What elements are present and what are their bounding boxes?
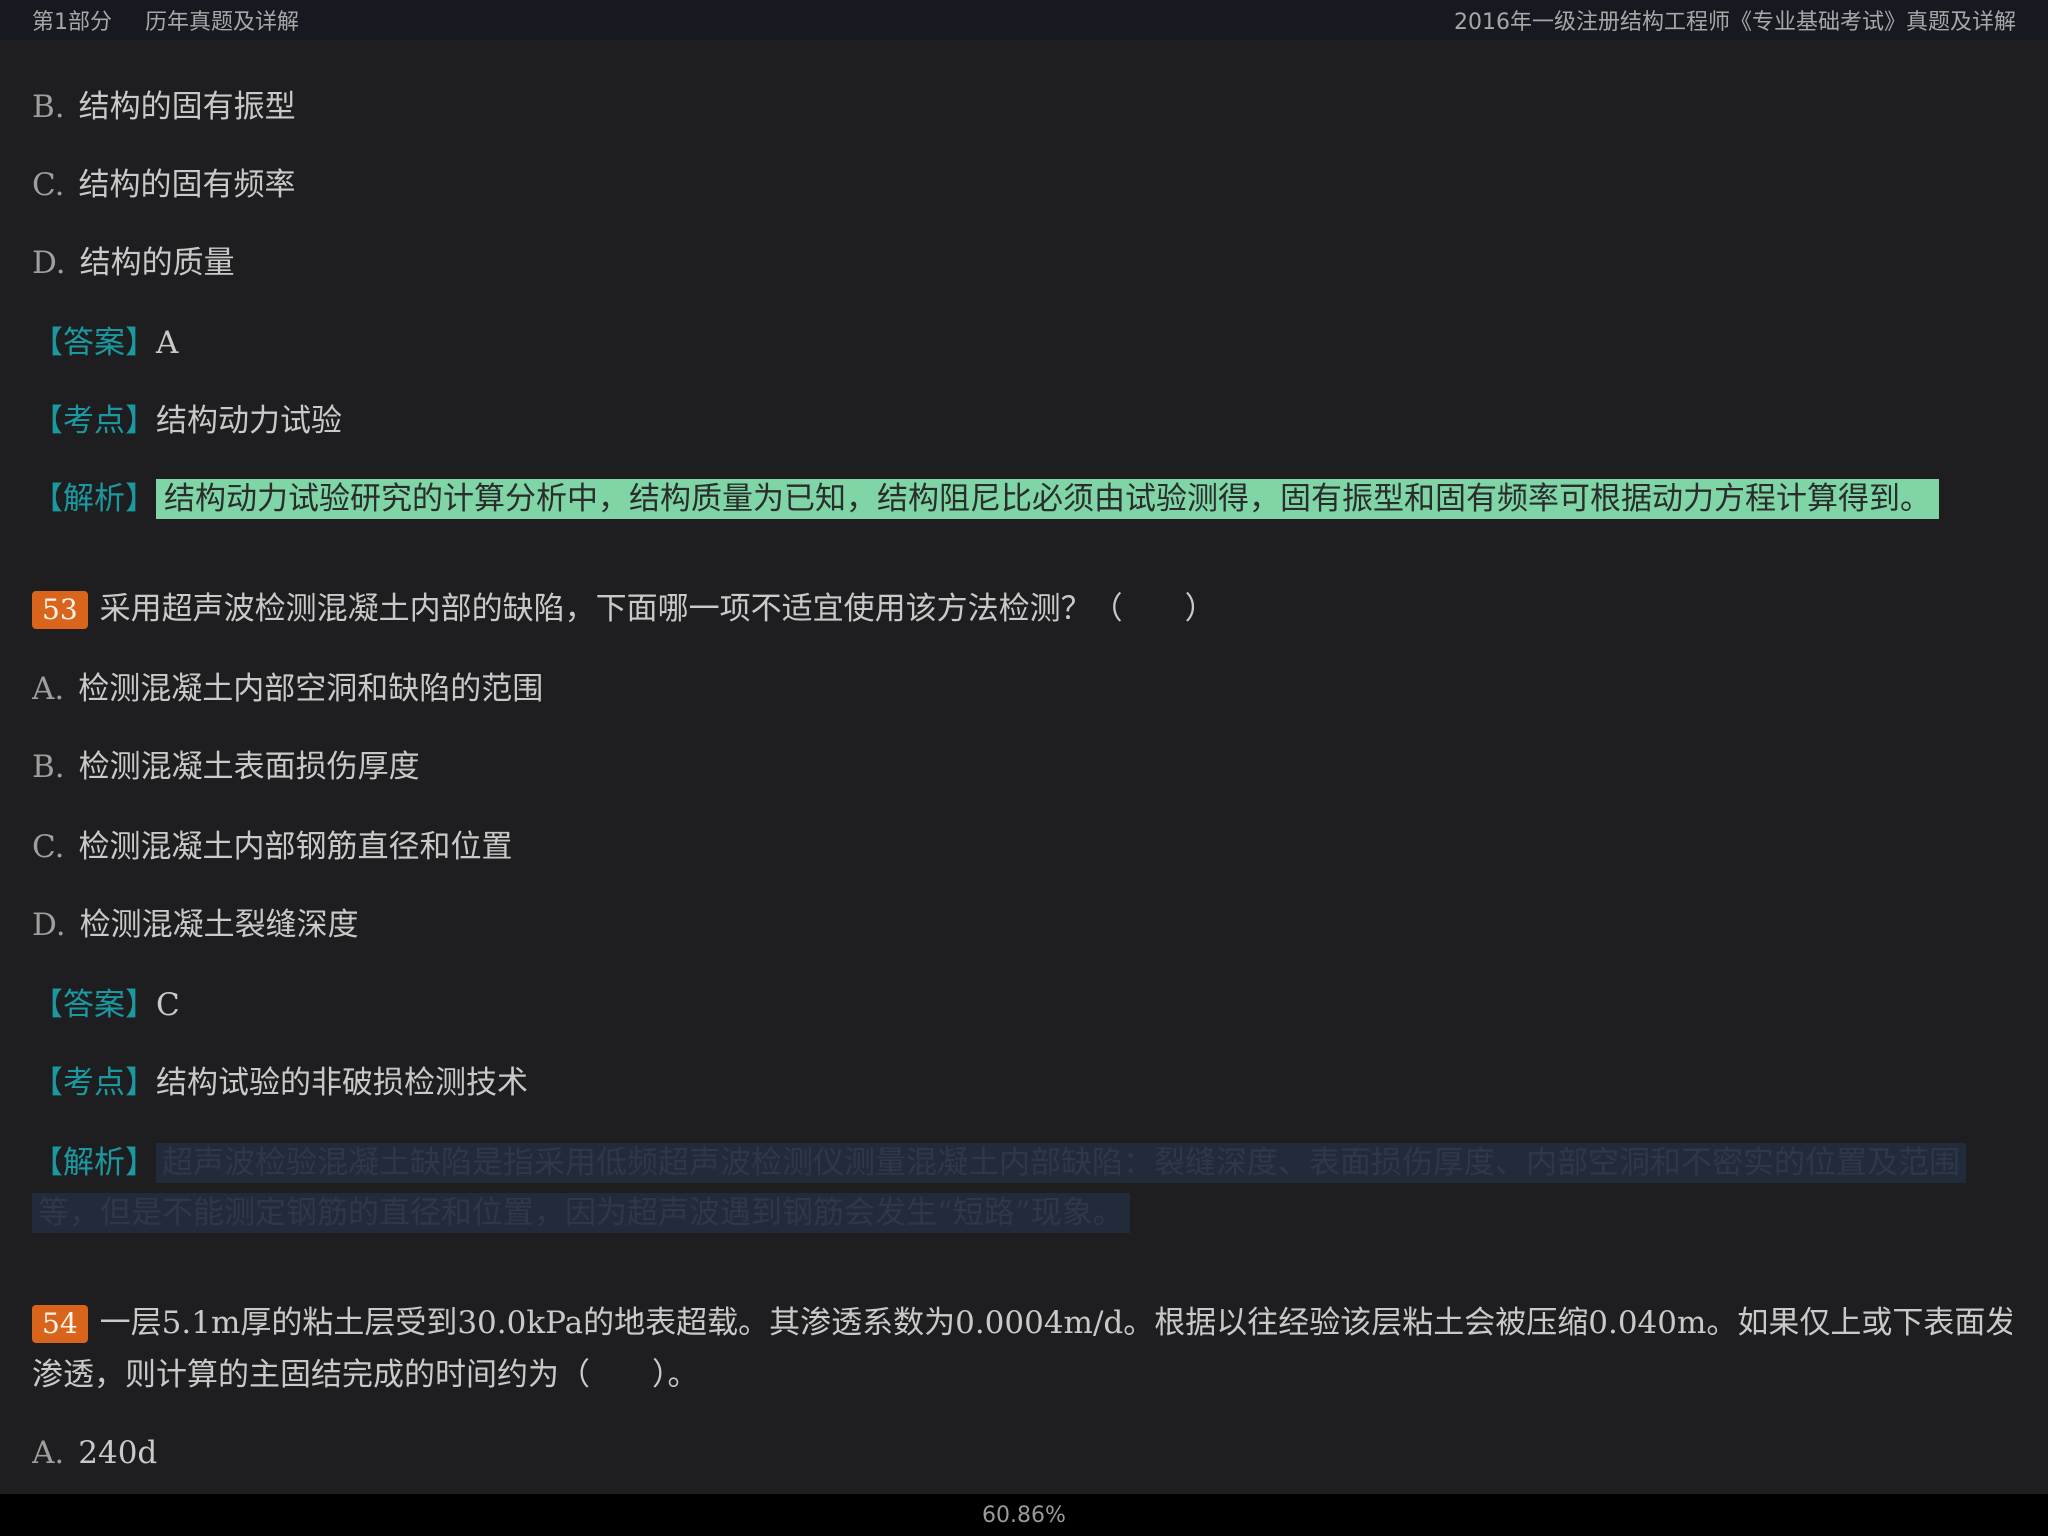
analysis-label: 【解析】 [32, 481, 156, 517]
point-label: 【考点】 [32, 403, 156, 439]
analysis-row: 【解析】 结构动力试验研究的计算分析中，结构质量为已知，结构阻尼比必须由试验测得，… [32, 478, 1939, 520]
option-letter: D. [32, 907, 66, 943]
question-53: 53 采用超声波检测混凝土内部的缺陷，下面哪一项不适宜使用该方法检测？（ ） [32, 588, 1216, 630]
option-letter: C. [32, 167, 65, 203]
option-c: C. 结构的固有频率 [32, 164, 295, 206]
question-number-badge: 53 [32, 591, 88, 629]
reader-header: 第1部分 历年真题及详解 2016年一级注册结构工程师《专业基础考试》真题及详解 [0, 0, 2048, 40]
answer-label: 【答案】 [32, 987, 156, 1023]
page-content[interactable]: B. 结构的固有振型 C. 结构的固有频率 D. 结构的质量 【答案】A 【考点】结构… [32, 0, 2012, 1494]
header-part: 第1部分 [32, 10, 112, 35]
option-text: 结构的固有振型 [78, 89, 296, 125]
option-letter: B. [32, 749, 65, 785]
option-letter: C. [32, 829, 65, 865]
option-letter: D. [32, 245, 66, 281]
point-value: 结构动力试验 [156, 403, 342, 439]
analysis-row: 【解析】 超声波检验混凝土缺陷是指采用低频超声波检测仪测量混凝土内部缺陷：裂缝深度… [32, 1142, 1966, 1184]
option-text: 检测混凝土内部钢筋直径和位置 [78, 829, 513, 865]
question-text: 渗透，则计算的主固结完成的时间约为（ ）。 [32, 1357, 699, 1393]
question-text: 采用超声波检测混凝土内部的缺陷，下面哪一项不适宜使用该方法检测？（ ） [99, 591, 1216, 627]
option-text: 检测混凝土表面损伤厚度 [78, 749, 420, 785]
header-section: 历年真题及详解 [145, 10, 300, 35]
question-text: 一层5.1m厚的粘土层受到30.0kPa的地表超载。其渗透系数为0.0004m/… [99, 1305, 2012, 1341]
point-row: 【考点】结构动力试验 [32, 400, 342, 442]
analysis-row-continued: 等，但是不能测定钢筋的直径和位置，因为超声波遇到钢筋会发生“短路”现象。 [32, 1192, 1130, 1234]
option-text: 结构的固有频率 [78, 167, 296, 203]
reading-progress: 60.86% [982, 1502, 1066, 1528]
answer-value: C [156, 987, 180, 1023]
question-54: 54 一层5.1m厚的粘土层受到30.0kPa的地表超载。其渗透系数为0.0004… [32, 1302, 2012, 1344]
highlighted-analysis[interactable]: 超声波检验混凝土缺陷是指采用低频超声波检测仪测量混凝土内部缺陷：裂缝深度、表面损… [156, 1143, 1966, 1183]
answer-value: A [156, 325, 179, 361]
answer-row: 【答案】A [32, 322, 178, 364]
option-d: D. 检测混凝土裂缝深度 [32, 904, 359, 946]
option-text: 检测混凝土裂缝深度 [79, 907, 359, 943]
option-text: 检测混凝土内部空洞和缺陷的范围 [78, 671, 544, 707]
highlighted-analysis[interactable]: 等，但是不能测定钢筋的直径和位置，因为超声波遇到钢筋会发生“短路”现象。 [32, 1193, 1130, 1233]
option-a: A. 检测混凝土内部空洞和缺陷的范围 [32, 668, 543, 710]
question-number-badge: 54 [32, 1305, 88, 1343]
answer-label: 【答案】 [32, 325, 156, 361]
answer-row: 【答案】C [32, 984, 180, 1026]
option-letter: A. [32, 671, 65, 707]
header-left: 第1部分 历年真题及详解 [32, 4, 325, 36]
header-book-title: 2016年一级注册结构工程师《专业基础考试》真题及详解 [1454, 10, 2016, 35]
point-label: 【考点】 [32, 1065, 156, 1101]
option-letter: A. [32, 1435, 65, 1471]
option-text: 240d [78, 1435, 158, 1471]
highlighted-analysis[interactable]: 结构动力试验研究的计算分析中，结构质量为已知，结构阻尼比必须由试验测得，固有振型… [156, 479, 1939, 519]
option-b: B. 结构的固有振型 [32, 86, 296, 128]
option-a: A. 240d [32, 1432, 157, 1474]
point-row: 【考点】结构试验的非破损检测技术 [32, 1062, 528, 1104]
option-d: D. 结构的质量 [32, 242, 235, 284]
option-letter: B. [32, 89, 65, 125]
analysis-label: 【解析】 [32, 1145, 156, 1181]
question-54-continued: 渗透，则计算的主固结完成的时间约为（ ）。 [32, 1354, 699, 1396]
option-c: C. 检测混凝土内部钢筋直径和位置 [32, 826, 512, 868]
option-b: B. 检测混凝土表面损伤厚度 [32, 746, 420, 788]
point-value: 结构试验的非破损检测技术 [156, 1065, 528, 1101]
progress-footer: 60.86% [0, 1494, 2048, 1536]
option-text: 结构的质量 [79, 245, 235, 281]
